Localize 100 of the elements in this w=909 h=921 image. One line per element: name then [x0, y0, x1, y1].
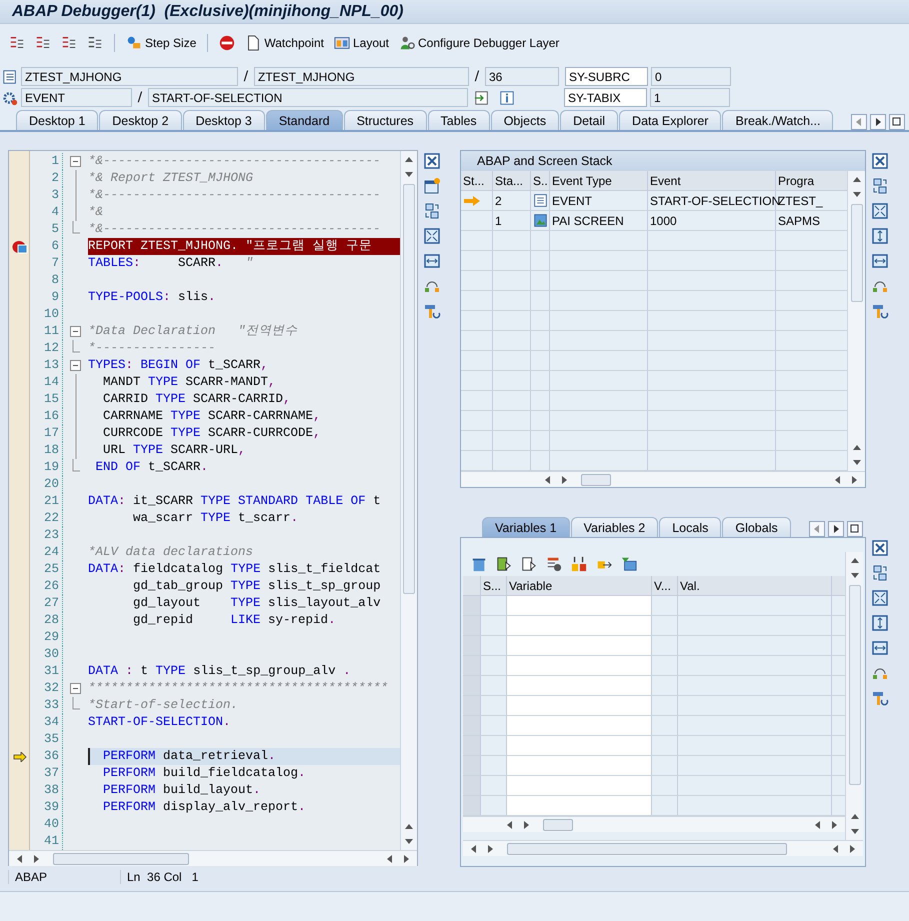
watchpoint-button[interactable]: Watchpoint: [242, 32, 327, 54]
line-number: 6: [30, 238, 63, 255]
line-number: 16: [30, 408, 63, 425]
separator: /: [242, 69, 250, 84]
step-icon: [87, 35, 103, 51]
horizontal-scrollbar[interactable]: [9, 850, 417, 866]
code-line: ****************************************: [88, 680, 390, 697]
layout-button[interactable]: Layout: [330, 32, 392, 54]
system-field-name: SY-TABIX: [564, 88, 647, 107]
line-number: 7: [30, 255, 63, 272]
scroll-thumb[interactable]: [53, 852, 189, 864]
variable-field[interactable]: [507, 596, 652, 615]
code-line: PERFORM display_alv_report.: [102, 799, 307, 816]
tab-right-button[interactable]: [828, 521, 844, 537]
panel-title: ABAP and Screen Stack: [461, 151, 865, 171]
column-header[interactable]: S..: [531, 171, 550, 190]
expand-icon: [871, 589, 889, 607]
tools-icon: [871, 689, 889, 707]
horizontal-scrollbar[interactable]: [463, 816, 845, 832]
scroll-thumb[interactable]: [543, 818, 573, 830]
collapse-icon[interactable]: [70, 156, 81, 167]
swap-icon: [871, 564, 889, 582]
tab[interactable]: Standard: [266, 110, 343, 130]
collapse-icon[interactable]: [70, 326, 81, 337]
vertical-scrollbar[interactable]: [845, 552, 863, 840]
caret-right-icon: [521, 820, 531, 830]
tab[interactable]: Locals: [659, 517, 722, 537]
code-editor[interactable]: [8, 150, 418, 866]
table-cell: 2: [495, 194, 502, 208]
variable-field[interactable]: [507, 776, 652, 795]
table-cell: SAPMS: [778, 214, 820, 228]
scroll-thumb[interactable]: [403, 184, 415, 594]
line-number: 5: [30, 221, 63, 238]
vertical-scrollbar[interactable]: [847, 171, 865, 471]
system-field-value: 0: [651, 67, 731, 86]
variable-field[interactable]: [507, 676, 652, 695]
code-line: END OF t_SCARR.: [94, 459, 210, 476]
caret-left-icon: [469, 844, 479, 854]
tab[interactable]: Structures: [344, 110, 427, 130]
tab[interactable]: Objects: [490, 110, 560, 130]
caret-left-icon: [385, 854, 395, 864]
caret-up-icon: [850, 556, 860, 566]
caret-right-icon: [559, 474, 569, 484]
caret-right-icon: [874, 118, 882, 126]
variable-field[interactable]: [507, 616, 652, 635]
column-header[interactable]: Event Type: [550, 171, 648, 190]
column-header[interactable]: Val.: [678, 576, 832, 595]
line-number: 19: [30, 459, 63, 476]
tab-list-button[interactable]: [846, 521, 863, 537]
collapse-icon[interactable]: [70, 360, 81, 371]
code-line: *Start-of-selection.: [88, 697, 240, 714]
caret-right-icon: [485, 844, 495, 854]
tab[interactable]: Data Explorer: [619, 110, 722, 130]
configure-debugger-layer-button[interactable]: Configure Debugger Layer: [396, 32, 562, 54]
caret-up-icon: [852, 175, 862, 185]
step-size-button[interactable]: Step Size: [123, 32, 200, 54]
breakpoint-icon[interactable]: [12, 240, 28, 254]
tab-list-button[interactable]: [889, 114, 906, 130]
scroll-thumb[interactable]: [581, 474, 611, 486]
tab-right-button[interactable]: [870, 114, 886, 130]
variable-field[interactable]: [507, 636, 652, 655]
tab[interactable]: Desktop 1: [16, 110, 98, 130]
variable-field[interactable]: [507, 696, 652, 715]
scroll-thumb[interactable]: [850, 204, 862, 302]
column-header[interactable]: Sta...: [493, 171, 531, 190]
horizontal-scrollbar[interactable]: [461, 471, 865, 487]
column-header[interactable]: S...: [481, 576, 507, 595]
horizontal-scrollbar[interactable]: [463, 840, 863, 856]
code-line: gd_tab_group TYPE slis_t_sp_group: [132, 578, 382, 595]
column-header[interactable]: Event: [648, 171, 776, 190]
tab[interactable]: Tables: [428, 110, 490, 130]
column-header[interactable]: Variable: [507, 576, 652, 595]
tab[interactable]: Desktop 2: [99, 110, 182, 130]
line-number: 39: [30, 799, 63, 816]
variable-field[interactable]: [507, 796, 652, 815]
tab[interactable]: Variables 2: [570, 517, 658, 537]
variable-field[interactable]: [507, 756, 652, 775]
line-number: 8: [30, 272, 63, 289]
caret-down-icon: [850, 826, 860, 836]
scroll-thumb[interactable]: [848, 585, 860, 785]
column-header[interactable]: St...: [461, 171, 493, 190]
tab[interactable]: Detail: [560, 110, 618, 130]
step-icon: [9, 35, 25, 51]
variable-field[interactable]: [507, 656, 652, 675]
tab[interactable]: Globals: [722, 517, 791, 537]
collapse-icon[interactable]: [70, 683, 81, 694]
tab[interactable]: Desktop 3: [182, 110, 265, 130]
vertical-scrollbar[interactable]: [400, 151, 417, 850]
tab[interactable]: Break./Watch...: [722, 110, 834, 130]
column-header[interactable]: V...: [652, 576, 678, 595]
variable-field[interactable]: [507, 716, 652, 735]
variable-field[interactable]: [507, 736, 652, 755]
code-line: *&-------------------------------------: [88, 153, 382, 170]
code-line: *& Report ZTEST_MJHONG: [88, 170, 254, 187]
code-line: gd_layout TYPE slis_layout_alv: [132, 595, 382, 612]
scroll-thumb[interactable]: [507, 842, 787, 854]
line-number: 10: [30, 306, 63, 323]
stop-icon: [219, 35, 236, 51]
caret-left-icon: [855, 118, 864, 126]
tab[interactable]: Variables 1: [482, 517, 570, 537]
